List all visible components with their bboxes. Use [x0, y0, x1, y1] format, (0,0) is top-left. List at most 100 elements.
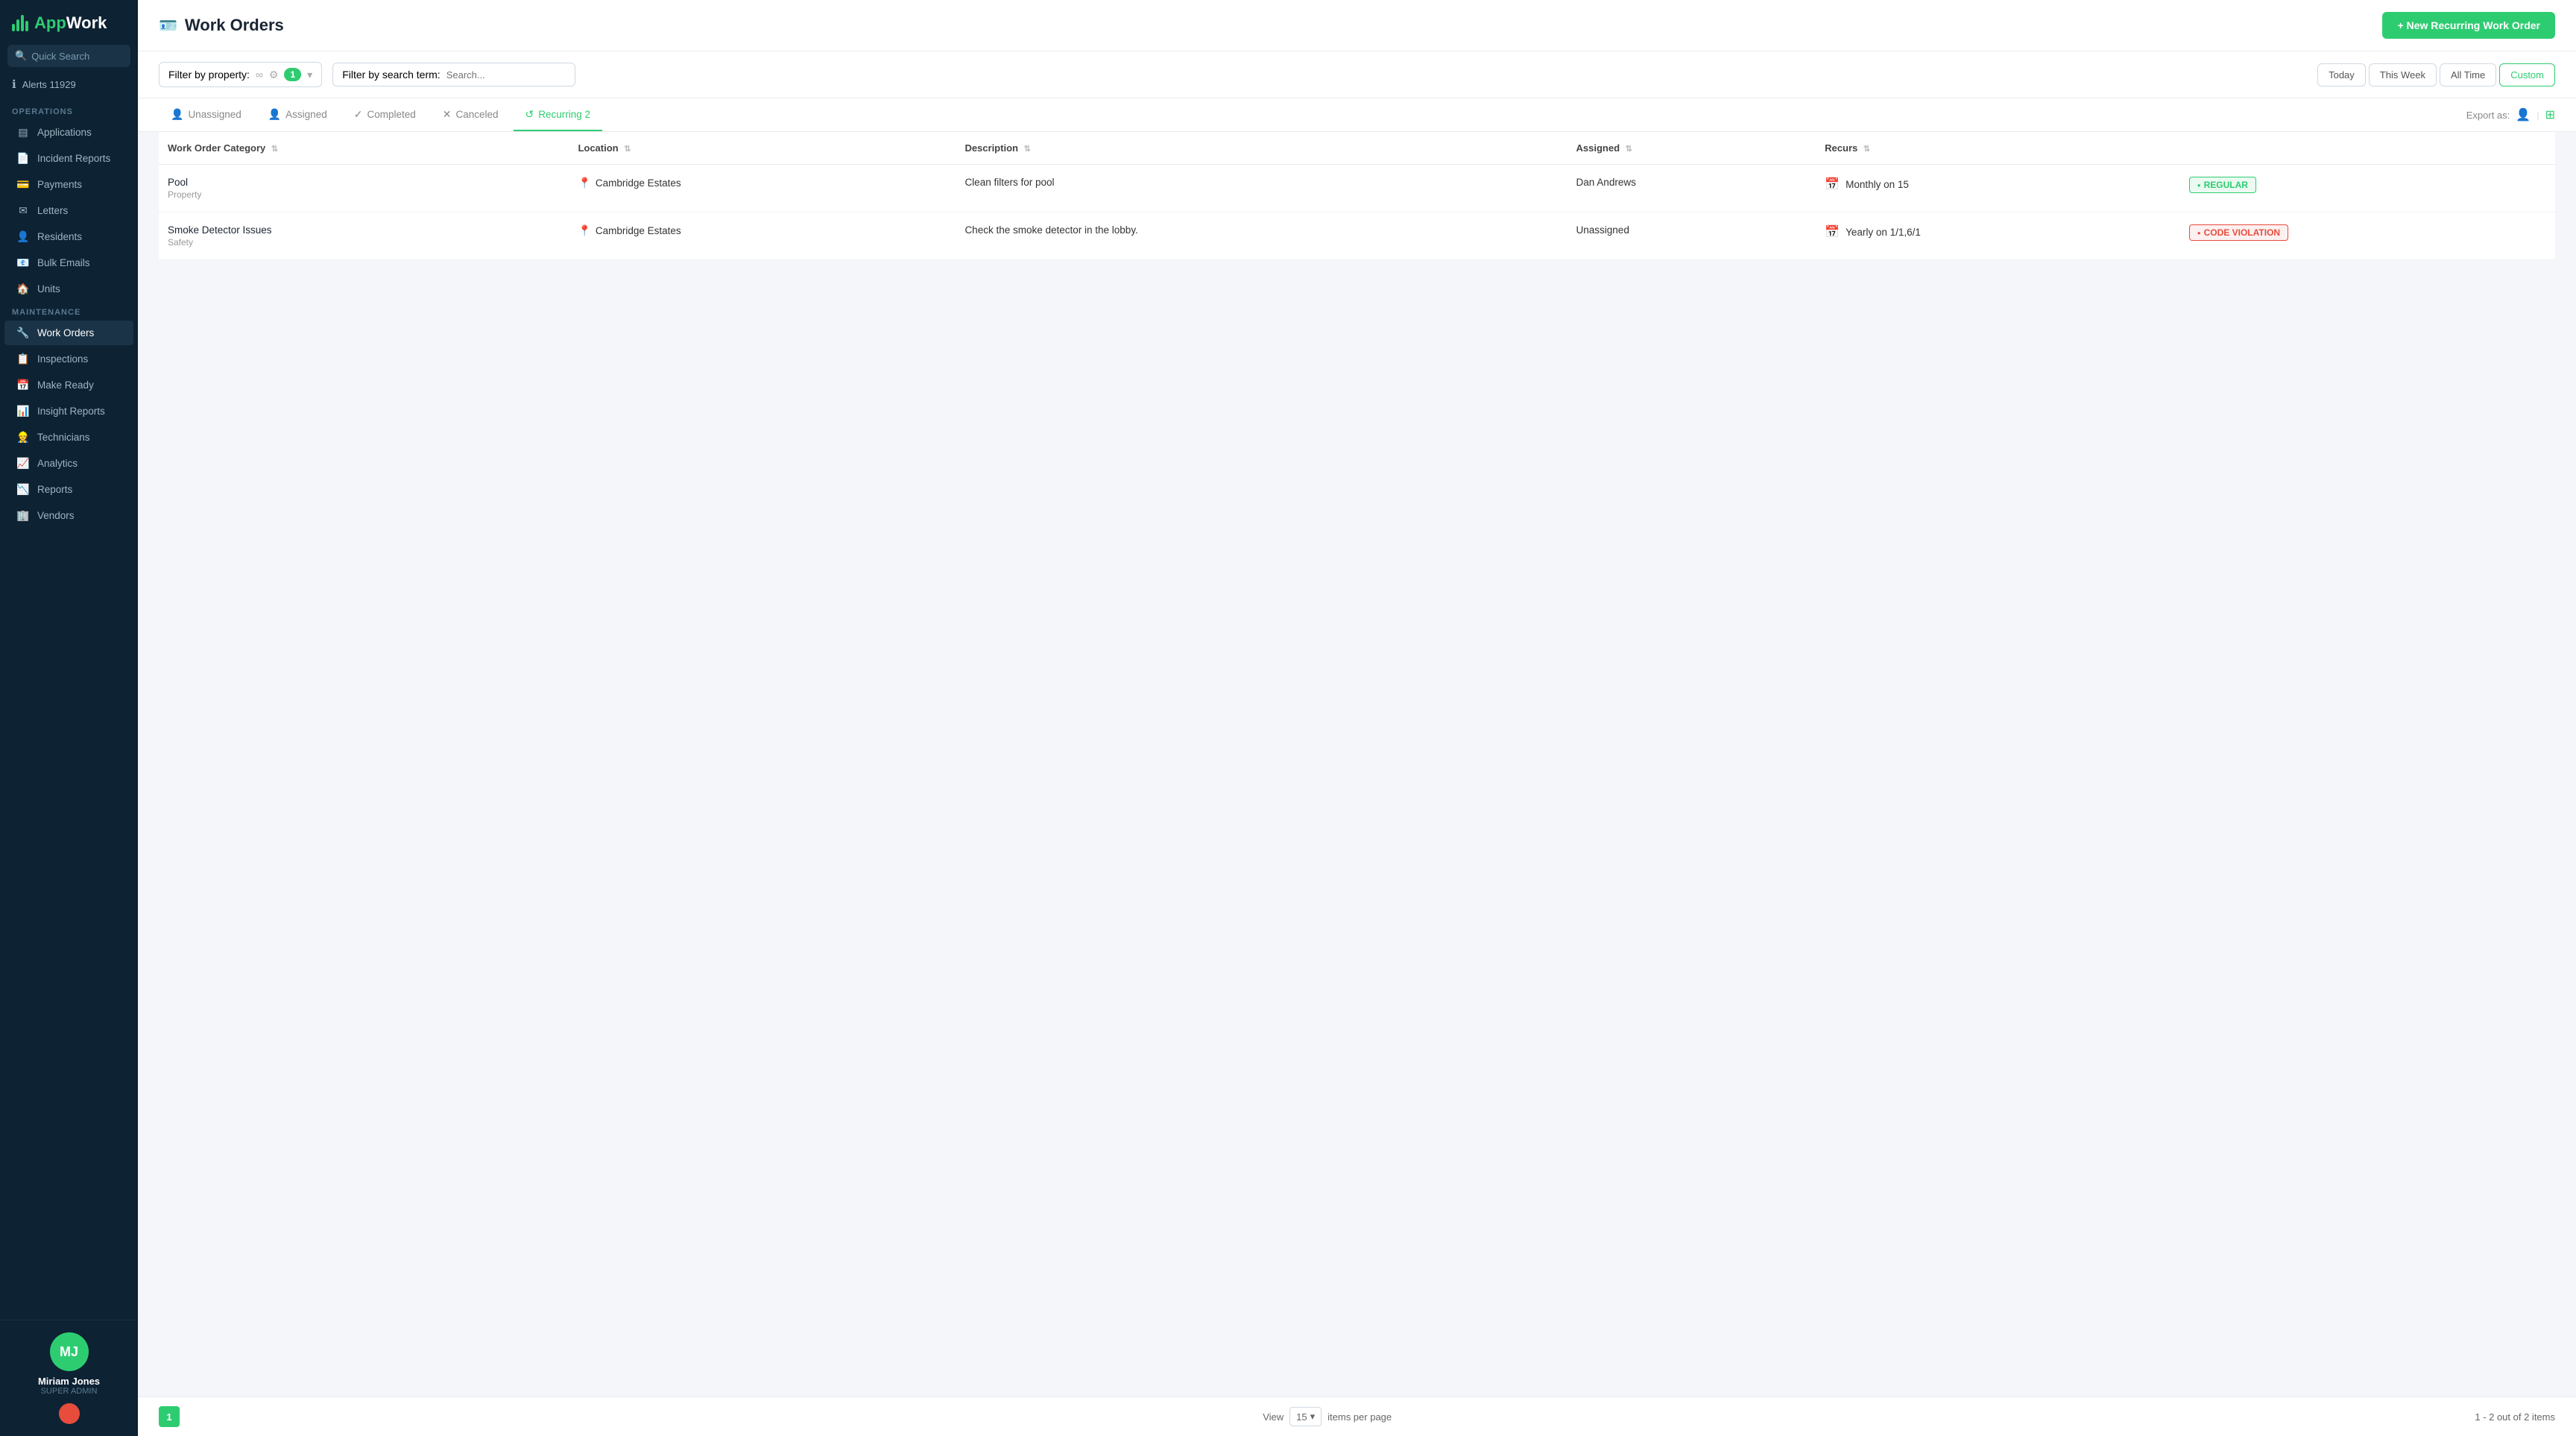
sidebar-item-vendors[interactable]: 🏢 Vendors [4, 503, 133, 528]
property-chevron-icon: ▾ [307, 69, 312, 81]
export-divider: | [2536, 110, 2539, 121]
search-input[interactable] [446, 69, 566, 81]
time-btn-custom[interactable]: Custom [2499, 63, 2555, 86]
sidebar-item-reports[interactable]: 📉 Reports [4, 477, 133, 502]
time-btn-all-time[interactable]: All Time [2440, 63, 2496, 86]
recurs-cell: 📅 Monthly on 15 [1825, 177, 2171, 192]
sidebar-item-label: Payments [37, 179, 82, 190]
filter-property-label: Filter by property: [168, 69, 250, 81]
technicians-icon: 👷 [16, 431, 30, 444]
tag-regular: REGULAR [2189, 177, 2256, 193]
table-row[interactable]: Pool Property 📍 Cambridge Estates Clean … [159, 165, 2555, 212]
filter-search: Filter by search term: [332, 63, 575, 86]
export-grid-icon[interactable]: ⊞ [2545, 107, 2555, 122]
sidebar-item-label: Units [37, 283, 60, 295]
sidebar-item-applications[interactable]: ▤ Applications [4, 120, 133, 145]
section-label-maintenance: MAINTENANCE [0, 302, 138, 320]
tab-recurring[interactable]: ↺ Recurring 2 [514, 99, 603, 131]
tab-canceled[interactable]: ✕ Canceled [431, 99, 511, 131]
sidebar-item-make-ready[interactable]: 📅 Make Ready [4, 373, 133, 397]
col-header-category[interactable]: Work Order Category ⇅ [159, 132, 569, 165]
export-csv-icon[interactable]: 👤 [2516, 107, 2531, 122]
logo-icon [12, 15, 28, 31]
sidebar-item-work-orders[interactable]: 🔧 Work Orders [4, 321, 133, 345]
insight-reports-icon: 📊 [16, 405, 30, 418]
recurs-value: Monthly on 15 [1846, 179, 1909, 190]
col-header-recurs[interactable]: Recurs ⇅ [1816, 132, 2180, 165]
export-label: Export as: [2466, 110, 2510, 121]
sidebar-item-technicians[interactable]: 👷 Technicians [4, 425, 133, 450]
sidebar-item-incident-reports[interactable]: 📄 Incident Reports [4, 146, 133, 171]
tab-label: Unassigned [188, 109, 241, 120]
category-sub: Safety [168, 237, 560, 248]
logo-text: AppWork [34, 13, 107, 33]
alerts-item[interactable]: ℹ Alerts 11929 [7, 75, 130, 94]
sidebar-item-payments[interactable]: 💳 Payments [4, 172, 133, 197]
sidebar-item-label: Work Orders [37, 327, 94, 338]
sidebar-item-label: Incident Reports [37, 153, 110, 164]
cell-location: 📍 Cambridge Estates [569, 165, 956, 212]
cell-tag: REGULAR [2180, 165, 2555, 212]
items-per-page-area: View 15 ▾ items per page [1263, 1407, 1392, 1426]
calendar-icon: 📅 [1825, 177, 1840, 192]
user-profile-area: MJ Miriam Jones SUPER ADMIN [0, 1320, 138, 1436]
filters-bar: Filter by property: ∞ ⚙ 1 ▾ Filter by se… [138, 51, 2576, 98]
sidebar: AppWork 🔍 Quick Search ℹ Alerts 11929 OP… [0, 0, 138, 1436]
main-header: 🪪 Work Orders + New Recurring Work Order [138, 0, 2576, 51]
recurs-cell: 📅 Yearly on 1/1,6/1 [1825, 224, 2171, 239]
category-sub: Property [168, 189, 560, 200]
table-row[interactable]: Smoke Detector Issues Safety 📍 Cambridge… [159, 212, 2555, 260]
tab-completed[interactable]: ✓ Completed [342, 99, 428, 131]
recurring-icon: ↺ [525, 108, 534, 121]
sidebar-item-units[interactable]: 🏠 Units [4, 277, 133, 301]
pagination-bar: 1 View 15 ▾ items per page 1 - 2 out of … [138, 1396, 2576, 1436]
table-header-row: Work Order Category ⇅ Location ⇅ Descrip… [159, 132, 2555, 165]
sidebar-item-residents[interactable]: 👤 Residents [4, 224, 133, 249]
tab-label: Canceled [455, 109, 498, 120]
export-area: Export as: 👤 | ⊞ [2466, 98, 2555, 131]
col-header-assigned[interactable]: Assigned ⇅ [1568, 132, 1816, 165]
sidebar-item-bulk-emails[interactable]: 📧 Bulk Emails [4, 251, 133, 275]
work-orders-icon: 🔧 [16, 327, 30, 339]
new-recurring-work-order-button[interactable]: + New Recurring Work Order [2382, 12, 2555, 39]
unassigned-icon: 👤 [171, 108, 183, 121]
letters-icon: ✉ [16, 204, 30, 217]
sidebar-item-insight-reports[interactable]: 📊 Insight Reports [4, 399, 133, 423]
applications-icon: ▤ [16, 126, 30, 139]
tag-violation: CODE VIOLATION [2189, 224, 2288, 241]
cell-assigned: Dan Andrews [1568, 165, 1816, 212]
inspections-icon: 📋 [16, 353, 30, 365]
col-header-description[interactable]: Description ⇅ [956, 132, 1567, 165]
quick-search[interactable]: 🔍 Quick Search [7, 45, 130, 67]
main-content: 🪪 Work Orders + New Recurring Work Order… [138, 0, 2576, 1436]
work-orders-table: Work Order Category ⇅ Location ⇅ Descrip… [159, 132, 2555, 260]
sidebar-item-label: Residents [37, 231, 82, 242]
cell-description: Clean filters for pool [956, 165, 1567, 212]
tab-assigned[interactable]: 👤 Assigned [256, 99, 339, 131]
tab-label: Recurring 2 [538, 109, 590, 120]
table-container: Work Order Category ⇅ Location ⇅ Descrip… [138, 132, 2576, 1396]
sidebar-item-label: Letters [37, 205, 68, 216]
filter-property[interactable]: Filter by property: ∞ ⚙ 1 ▾ [159, 62, 322, 87]
tab-unassigned[interactable]: 👤 Unassigned [159, 99, 253, 131]
sidebar-item-inspections[interactable]: 📋 Inspections [4, 347, 133, 371]
notification-dot[interactable] [59, 1403, 80, 1424]
time-btn-today[interactable]: Today [2317, 63, 2366, 86]
sidebar-item-letters[interactable]: ✉ Letters [4, 198, 133, 223]
search-label: Quick Search [31, 51, 89, 62]
avatar[interactable]: MJ [50, 1332, 89, 1371]
logo-area: AppWork [0, 0, 138, 42]
page-number-1[interactable]: 1 [159, 1406, 180, 1427]
items-per-page-select[interactable]: 15 ▾ [1289, 1407, 1322, 1426]
category-name: Smoke Detector Issues [168, 224, 560, 236]
time-btn-this-week[interactable]: This Week [2369, 63, 2437, 86]
alert-icon: ℹ [12, 78, 16, 91]
bulk-emails-icon: 📧 [16, 256, 30, 269]
search-icon: 🔍 [15, 50, 27, 62]
user-name: Miriam Jones [38, 1376, 100, 1387]
sidebar-item-analytics[interactable]: 📈 Analytics [4, 451, 133, 476]
total-items-label: 1 - 2 out of 2 items [2475, 1411, 2555, 1423]
property-link-icon: ∞ [256, 69, 263, 81]
units-icon: 🏠 [16, 283, 30, 295]
col-header-location[interactable]: Location ⇅ [569, 132, 956, 165]
